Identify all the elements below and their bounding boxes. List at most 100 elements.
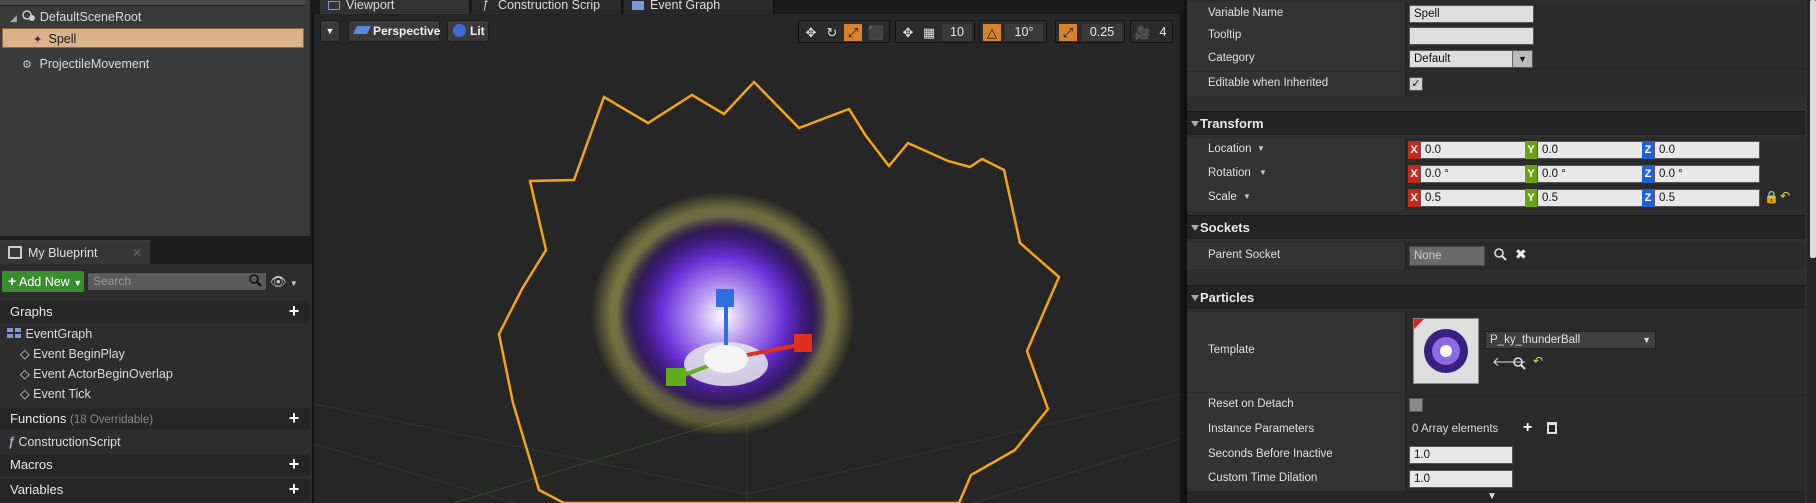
collapse-arrow-icon[interactable]: ◢ bbox=[10, 13, 17, 23]
section-macros[interactable]: Macros + bbox=[0, 454, 310, 476]
rotation-z-field[interactable]: 0.0 ° bbox=[1654, 165, 1760, 183]
list-item-event[interactable]: ◇ Event Tick bbox=[0, 384, 310, 404]
axis-z-badge: Z bbox=[1642, 189, 1654, 207]
row-variable-name: Variable Name Spell bbox=[1187, 2, 1805, 26]
section-transform[interactable]: Transform bbox=[1187, 111, 1805, 135]
lock-icon[interactable]: 🔒 bbox=[1764, 190, 1779, 204]
add-element-icon[interactable]: + bbox=[1523, 419, 1532, 437]
category-dropdown[interactable]: Default ▼ bbox=[1409, 50, 1533, 68]
tab-label: Event Graph bbox=[650, 0, 721, 12]
section-graphs[interactable]: Graphs + bbox=[0, 301, 310, 323]
tree-item-default-scene-root[interactable]: ◢ DefaultSceneRoot bbox=[10, 7, 141, 27]
list-item-event[interactable]: ◇ Event ActorBeginOverlap bbox=[0, 364, 310, 384]
add-graph-button[interactable]: + bbox=[286, 302, 302, 320]
rotation-snap-value[interactable]: 10° bbox=[1005, 24, 1043, 41]
details-panel: Variable Name Spell Tooltip Category Def… bbox=[1184, 0, 1816, 503]
section-particles[interactable]: Particles bbox=[1187, 285, 1805, 309]
trash-icon[interactable] bbox=[1547, 422, 1557, 434]
scale-y-field[interactable]: 0.5 bbox=[1537, 189, 1643, 207]
grid-snap-value[interactable]: 10 bbox=[942, 24, 972, 41]
close-tab-icon[interactable]: ✕ bbox=[132, 242, 142, 264]
template-label: Template bbox=[1208, 344, 1255, 356]
list-item-event-graph[interactable]: EventGraph bbox=[0, 324, 310, 344]
chevron-down-icon: ▼ bbox=[325, 26, 335, 36]
tab-event-graph[interactable]: Event Graph bbox=[624, 0, 774, 14]
location-x-field[interactable]: 0.0 bbox=[1420, 141, 1526, 159]
browse-search-icon[interactable] bbox=[1512, 356, 1526, 370]
reset-arrow-icon[interactable]: ↶ bbox=[1533, 354, 1543, 368]
movement-component-icon: ⚙ bbox=[22, 59, 32, 71]
view-options-button[interactable]: 👁 ▼ bbox=[270, 274, 302, 290]
chevron-down-icon[interactable]: ▼ bbox=[1243, 192, 1251, 201]
chevron-down-icon[interactable]: ▼ bbox=[1257, 144, 1265, 153]
camera-speed-icon[interactable]: 🎥 bbox=[1134, 24, 1152, 41]
grid-icon[interactable]: ▦ bbox=[920, 24, 938, 41]
search-input[interactable]: Search bbox=[87, 272, 267, 291]
scale-snap-value[interactable]: 0.25 bbox=[1082, 24, 1122, 41]
camera-speed-value[interactable]: 4 bbox=[1155, 24, 1171, 41]
scale-label: Scale bbox=[1208, 191, 1237, 203]
time-dilation-field[interactable]: 1.0 bbox=[1409, 470, 1513, 488]
clear-icon[interactable]: ✖ bbox=[1515, 246, 1527, 263]
add-function-button[interactable]: + bbox=[286, 409, 302, 427]
viewport-options-button[interactable]: ▼ bbox=[320, 20, 340, 42]
tree-item-spell[interactable]: ✦ Spell bbox=[2, 28, 304, 48]
editable-checkbox[interactable]: ✓ bbox=[1409, 77, 1423, 91]
axis-x-badge: X bbox=[1408, 165, 1420, 183]
perspective-button[interactable]: Perspective bbox=[348, 20, 440, 42]
tab-label: My Blueprint bbox=[28, 246, 98, 260]
template-dropdown[interactable]: P_ky_thunderBall ▼ bbox=[1485, 331, 1656, 349]
advanced-expander[interactable]: ▼ bbox=[1187, 491, 1805, 503]
section-functions[interactable]: Functions (18 Overridable) + bbox=[0, 408, 310, 430]
reset-on-detach-checkbox[interactable] bbox=[1409, 398, 1423, 412]
tab-my-blueprint[interactable]: My Blueprint ✕ bbox=[0, 240, 150, 264]
search-icon[interactable] bbox=[1493, 247, 1507, 261]
chevron-down-icon[interactable]: ▼ bbox=[1259, 168, 1267, 177]
location-z-field[interactable]: 0.0 bbox=[1654, 141, 1760, 159]
reset-arrow-icon[interactable]: ↶ bbox=[1780, 189, 1790, 203]
tree-item-projectile-movement[interactable]: ⚙ ProjectileMovement bbox=[22, 54, 149, 74]
row-location: Location ▼ X 0.0 Y 0.0 Z 0.0 bbox=[1187, 138, 1805, 162]
category-label: Category bbox=[1208, 52, 1255, 64]
scale-x-field[interactable]: 0.5 bbox=[1420, 189, 1526, 207]
rotate-icon[interactable]: ↻ bbox=[823, 24, 841, 41]
angle-snap-icon[interactable]: △ bbox=[983, 24, 1001, 41]
variable-name-field[interactable]: Spell bbox=[1409, 5, 1534, 23]
section-variables[interactable]: Variables + bbox=[0, 479, 310, 501]
scrollbar-thumb[interactable] bbox=[1810, 0, 1816, 258]
list-item-construction-script[interactable]: ƒ ConstructionScript bbox=[0, 432, 310, 452]
seconds-inactive-field[interactable]: 1.0 bbox=[1409, 446, 1513, 464]
scale-icon[interactable]: ⤢ bbox=[844, 24, 862, 41]
rotation-y-field[interactable]: 0.0 ° bbox=[1537, 165, 1643, 183]
left-panel: ◢ DefaultSceneRoot ✦ Spell ⚙ ProjectileM… bbox=[0, 0, 312, 503]
view-mode-button[interactable]: Lit bbox=[447, 20, 489, 42]
add-variable-button[interactable]: + bbox=[286, 480, 302, 498]
tab-construction-script[interactable]: ƒ Construction Scrip bbox=[472, 0, 622, 14]
list-item-label: EventGraph bbox=[25, 327, 93, 341]
add-new-button[interactable]: + Add New ▼ bbox=[2, 271, 84, 292]
function-icon: ƒ bbox=[482, 0, 489, 11]
row-category: Category Default ▼ bbox=[1187, 47, 1805, 71]
section-title: Functions bbox=[10, 411, 67, 426]
section-sockets[interactable]: Sockets bbox=[1187, 215, 1805, 239]
rotation-label: Rotation bbox=[1208, 167, 1251, 179]
rotation-x-field[interactable]: 0.0 ° bbox=[1420, 165, 1526, 183]
row-scale: Scale ▼ X 0.5 Y 0.5 Z 0.5 🔒 ↶ bbox=[1187, 186, 1805, 210]
perspective-label: Perspective bbox=[373, 24, 441, 38]
section-title: Sockets bbox=[1200, 220, 1250, 235]
scale-snap-icon[interactable]: ⤢ bbox=[1059, 24, 1077, 41]
location-y-field[interactable]: 0.0 bbox=[1537, 141, 1643, 159]
tree-item-label: Spell bbox=[48, 32, 77, 46]
translate-icon[interactable]: ✥ bbox=[802, 24, 820, 41]
tab-viewport[interactable]: Viewport bbox=[320, 0, 470, 14]
tooltip-field[interactable] bbox=[1409, 27, 1534, 45]
add-macro-button[interactable]: + bbox=[286, 455, 302, 473]
list-item-event[interactable]: ◇ Event BeginPlay bbox=[0, 344, 310, 364]
parent-socket-field[interactable]: None bbox=[1409, 246, 1485, 266]
surface-snap-icon[interactable]: ✥ bbox=[899, 24, 917, 41]
template-thumbnail[interactable] bbox=[1413, 318, 1479, 384]
viewport[interactable]: ▼ Perspective Lit ✥ ↻ ⤢ ⬛ ✥ ▦ 10 △ 10° ⤢… bbox=[314, 14, 1180, 503]
scale-z-field[interactable]: 0.5 bbox=[1654, 189, 1760, 207]
details-scrollbar[interactable] bbox=[1807, 0, 1816, 503]
world-local-icon[interactable]: ⬛ bbox=[867, 24, 885, 41]
